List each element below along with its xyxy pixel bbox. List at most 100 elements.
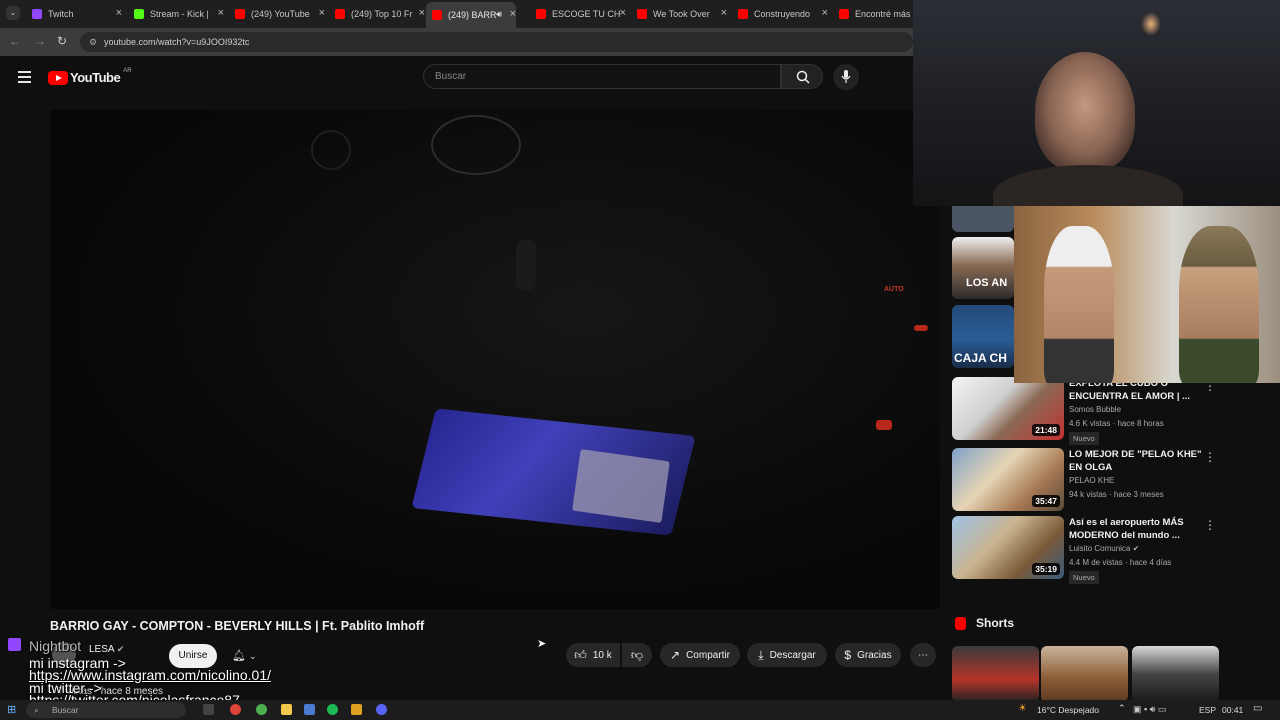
- taskbar-search-input[interactable]: ⌕ Buscar: [26, 702, 186, 718]
- channel-name[interactable]: LESA ✔: [89, 644, 124, 655]
- short-thumbnail[interactable]: [1041, 646, 1128, 702]
- more-vert-icon[interactable]: ⋮: [1204, 450, 1216, 464]
- shorts-section-title: Shorts: [955, 616, 1014, 630]
- tab-audio-icon[interactable]: 🔊︎: [496, 9, 502, 20]
- tab-close-icon[interactable]: ×: [620, 7, 626, 19]
- video-frame-object: [516, 240, 536, 290]
- windows-start-icon[interactable]: ⊞: [7, 703, 16, 716]
- notifications-icon[interactable]: ▭: [1253, 703, 1262, 714]
- verified-icon: ✔: [1132, 544, 1140, 553]
- tab-favicon-icon: [637, 9, 647, 19]
- tab-label: Encontré más c: [855, 9, 913, 19]
- short-thumbnail[interactable]: [952, 646, 1039, 702]
- voice-search-button[interactable]: [833, 64, 859, 90]
- download-button[interactable]: ⤓ Descargar: [747, 643, 827, 667]
- sidebar-thumb-partial[interactable]: LOS AN: [952, 237, 1014, 299]
- chrome-icon[interactable]: [256, 704, 267, 715]
- video-duration: 21:48: [1032, 424, 1060, 436]
- tab-favicon-icon: [335, 9, 345, 19]
- forward-icon[interactable]: →: [34, 34, 46, 48]
- weather-text[interactable]: 16°C Despejado: [1037, 705, 1099, 715]
- back-icon[interactable]: ←: [9, 34, 21, 48]
- video-overlay-label: AUTO: [884, 286, 904, 293]
- tab-label: (249) BARR: [448, 10, 497, 20]
- tab-close-icon[interactable]: ×: [822, 7, 828, 19]
- url-field[interactable]: ⚙ youtube.com/watch?v=u9JOOI932tc: [80, 32, 913, 52]
- tab-close-icon[interactable]: ×: [218, 7, 224, 19]
- browser-tab[interactable]: Stream - Kick | ×: [134, 4, 224, 24]
- new-badge: Nuevo: [1069, 571, 1099, 584]
- browser-tab[interactable]: Encontré más c: [839, 4, 913, 24]
- tab-close-icon[interactable]: ×: [319, 7, 325, 19]
- more-actions-button[interactable]: ⋯: [910, 643, 936, 667]
- search-input[interactable]: Buscar: [423, 64, 781, 89]
- spotify-icon[interactable]: [327, 704, 338, 715]
- webcam-light: [1141, 12, 1161, 36]
- tab-label: Twitch: [48, 9, 74, 19]
- browser-tab[interactable]: (249) YouTube ×: [235, 4, 325, 24]
- join-button[interactable]: Unirse: [169, 644, 217, 668]
- browser-tab[interactable]: Construyendo ×: [738, 4, 828, 24]
- chrome-icon[interactable]: [230, 704, 241, 715]
- search-button[interactable]: [781, 64, 823, 89]
- recommended-title[interactable]: LO MEJOR DE "PELAO KHE" EN OLGA: [1069, 448, 1209, 474]
- thanks-label: Gracias: [857, 649, 892, 661]
- youtube-header: YouTube AR Buscar: [0, 56, 913, 98]
- browser-tab[interactable]: Twitch ×: [32, 4, 122, 24]
- search-placeholder: Buscar: [435, 71, 467, 82]
- video-thumbnail[interactable]: 35:19: [952, 516, 1064, 579]
- recommended-video[interactable]: 35:19 Así es el aeropuerto MÁS MODERNO de…: [952, 516, 1220, 584]
- browser-tab[interactable]: (249) BARR 🔊︎ ×: [426, 2, 516, 28]
- sidebar-thumb-partial[interactable]: CAJA CH: [952, 305, 1014, 368]
- tab-label: ESCOGE TU CH: [552, 9, 621, 19]
- more-vert-icon[interactable]: ⋮: [1204, 518, 1216, 532]
- tray-chevron-icon[interactable]: ⌃: [1118, 703, 1126, 714]
- discord-icon[interactable]: [376, 704, 387, 715]
- video-frame-light: [914, 325, 928, 331]
- tab-close-icon[interactable]: ×: [510, 8, 516, 20]
- explorer-icon[interactable]: [281, 704, 292, 715]
- recommended-video[interactable]: 21:48 EXPLOTA EL CUBO O ENCUENTRA EL AMOR…: [952, 377, 1220, 445]
- menu-icon[interactable]: [18, 71, 31, 86]
- tab-close-icon[interactable]: ×: [116, 7, 122, 19]
- clock[interactable]: 00:41: [1222, 705, 1243, 715]
- tab-favicon-icon: [134, 9, 144, 19]
- reload-icon[interactable]: ↻: [57, 34, 67, 48]
- language-indicator[interactable]: ESP: [1199, 705, 1216, 715]
- recommended-title[interactable]: Así es el aeropuerto MÁS MODERNO del mun…: [1069, 516, 1209, 542]
- download-manager-icon[interactable]: [351, 704, 362, 715]
- overlay-figure: [1179, 226, 1259, 383]
- tab-label: (249) Top 10 Fr: [351, 9, 413, 19]
- channel-name-text: LESA: [89, 644, 115, 655]
- webcam-person: [1035, 52, 1135, 172]
- site-info-icon[interactable]: ⚙: [89, 32, 97, 52]
- share-button[interactable]: ↗ Compartir: [660, 643, 740, 667]
- browser-tab[interactable]: (249) Top 10 Fr ×: [335, 4, 425, 24]
- recommended-channel[interactable]: Luisito Comunica ✔: [1069, 544, 1139, 553]
- tab-close-icon[interactable]: ×: [721, 7, 727, 19]
- app-icon[interactable]: [304, 704, 315, 715]
- video-thumbnail[interactable]: 21:48: [952, 377, 1064, 440]
- task-view-icon[interactable]: [203, 704, 214, 715]
- tab-favicon-icon: [235, 9, 245, 19]
- recommended-channel[interactable]: PELAO KHE: [1069, 476, 1114, 485]
- short-thumbnail[interactable]: [1132, 646, 1219, 702]
- browser-tab[interactable]: ESCOGE TU CH ×: [536, 4, 626, 24]
- dislike-button[interactable]: 👎︎: [622, 643, 652, 667]
- like-button[interactable]: 👍︎ 10 k: [566, 643, 620, 667]
- video-player[interactable]: AUTO: [51, 110, 940, 609]
- tab-list-chevron-icon[interactable]: ⌄: [6, 6, 20, 20]
- logo-text: YouTube: [70, 70, 121, 85]
- sidebar-thumb-partial[interactable]: [952, 206, 1014, 232]
- verified-icon: ✔: [116, 644, 125, 654]
- browser-tab[interactable]: We Took Over ×: [637, 4, 727, 24]
- recommended-channel[interactable]: Somos Bubble: [1069, 405, 1121, 414]
- tab-close-icon[interactable]: ×: [419, 7, 425, 19]
- shorts-icon: [955, 616, 966, 630]
- thanks-button[interactable]: $ Gracias: [835, 643, 901, 667]
- youtube-logo[interactable]: YouTube AR: [48, 68, 132, 85]
- notifications-button[interactable]: 🔔︎ ⌄: [226, 644, 266, 668]
- tray-icons[interactable]: ▣ ▪ 🔊︎ ▭: [1133, 704, 1166, 715]
- recommended-video[interactable]: 35:47 LO MEJOR DE "PELAO KHE" EN OLGA PELA…: [952, 448, 1220, 512]
- video-thumbnail[interactable]: 35:47: [952, 448, 1064, 511]
